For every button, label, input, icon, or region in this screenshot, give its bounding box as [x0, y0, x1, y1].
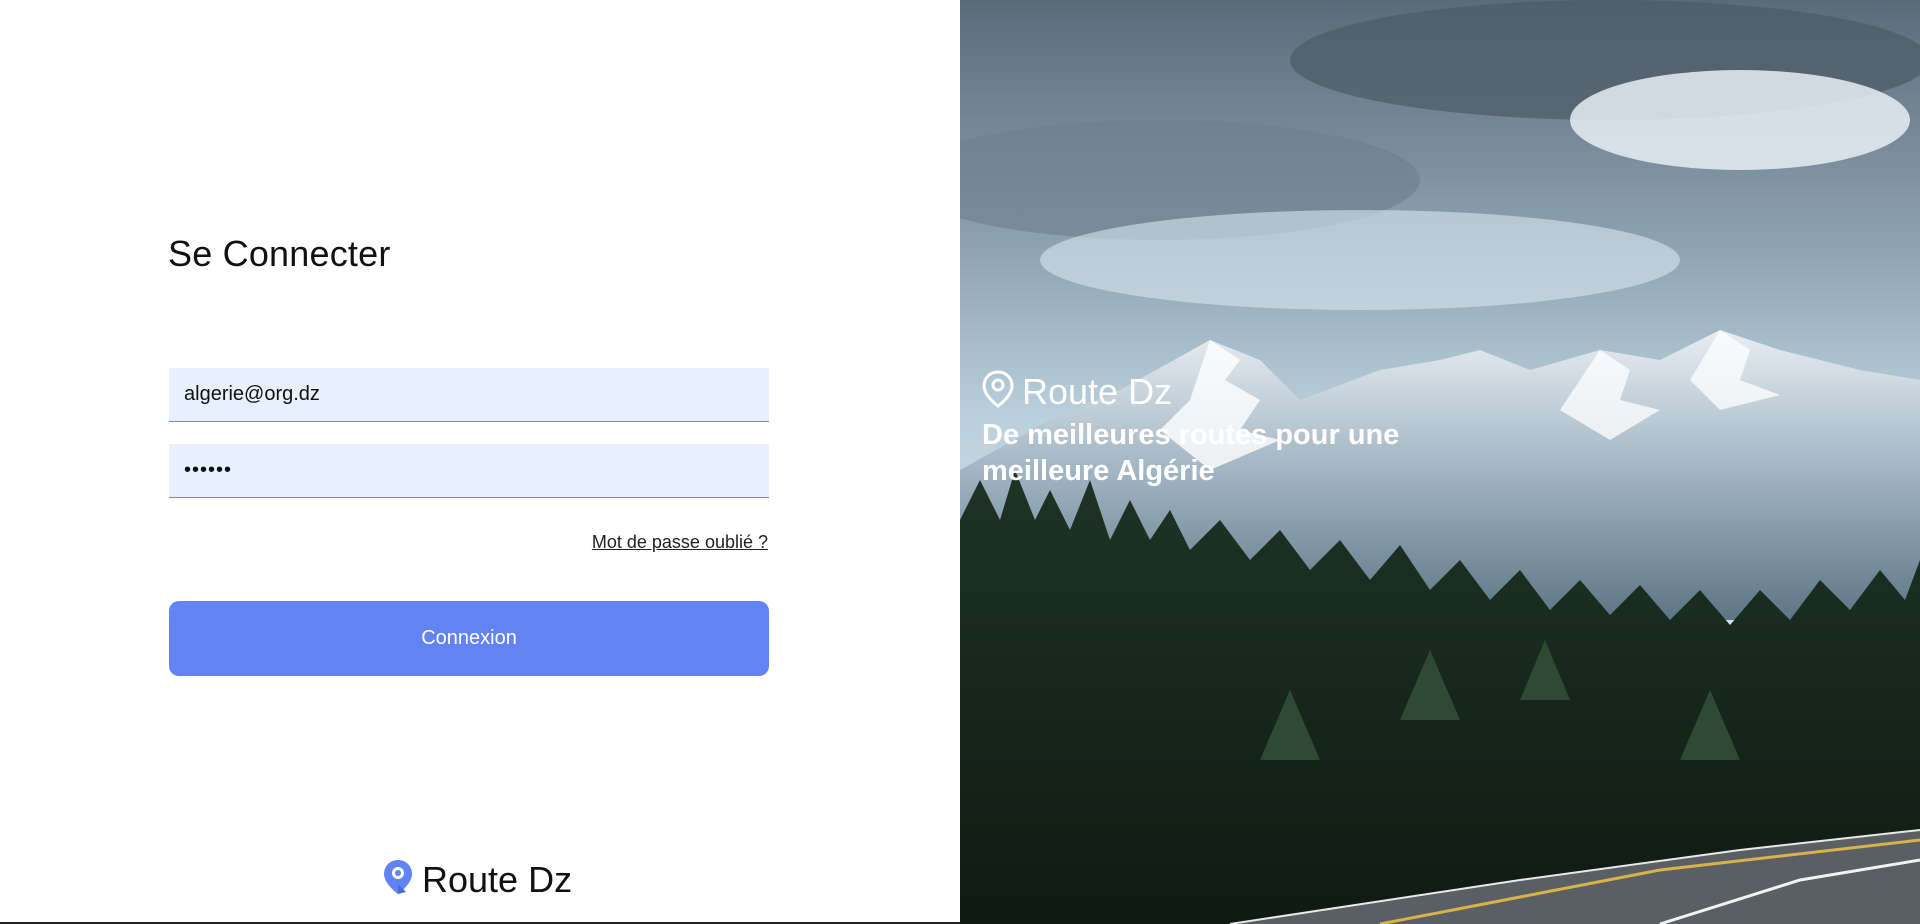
password-field[interactable] — [169, 444, 769, 498]
hero-brand: Route Dz — [1022, 370, 1173, 412]
footer-logo: Route Dz — [382, 858, 572, 901]
map-pin-icon — [982, 370, 1014, 413]
login-page: Se Connecter Mot de passe oublié ? Conne… — [0, 0, 1920, 924]
email-field[interactable] — [169, 368, 769, 422]
forgot-password-link[interactable]: Mot de passe oublié ? — [592, 532, 768, 553]
hero-logo: Route Dz — [982, 370, 1442, 413]
page-title: Se Connecter — [168, 233, 391, 274]
login-button[interactable]: Connexion — [169, 601, 769, 676]
hero-tagline: De meilleures routes pour une meilleure … — [982, 419, 1400, 487]
hero-panel: Route Dz De meilleures routes pour une m… — [960, 0, 1920, 924]
footer-brand: Route Dz — [422, 858, 573, 900]
login-panel: Se Connecter Mot de passe oublié ? Conne… — [0, 0, 960, 924]
hero-branding: Route Dz De meilleures routes pour une m… — [982, 370, 1442, 489]
map-pin-icon — [382, 858, 414, 901]
